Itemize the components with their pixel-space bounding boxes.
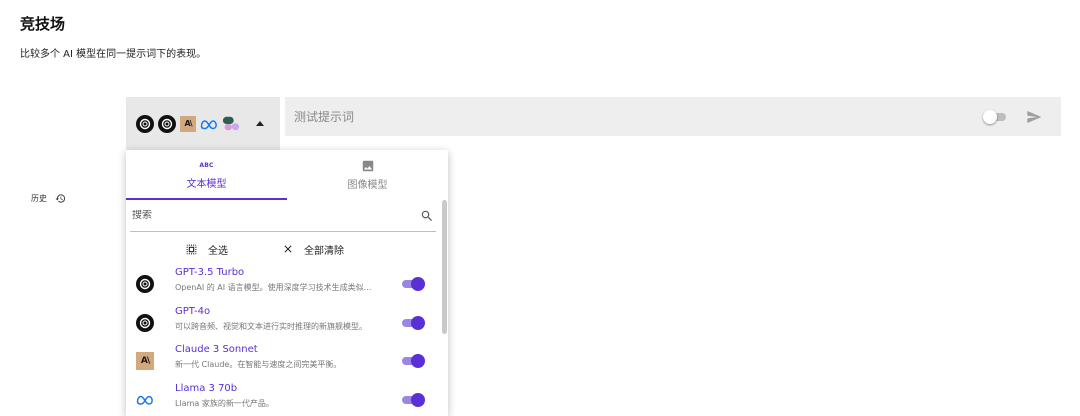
model-item-llama-3-70b[interactable]: Llama 3 70b Llama 家族的新一代产品。 bbox=[126, 382, 448, 416]
openai-icon bbox=[158, 114, 176, 133]
model-name: GPT-4o bbox=[175, 305, 211, 317]
model-type-tabs: ABC 文本模型 图像模型 bbox=[126, 150, 448, 200]
toggle-thumb bbox=[411, 315, 425, 330]
prompt-bar bbox=[285, 97, 1061, 136]
model-search-input[interactable] bbox=[130, 210, 420, 221]
meta-icon bbox=[136, 391, 154, 409]
select-all-icon bbox=[186, 244, 197, 254]
model-item-gpt-3-5-turbo[interactable]: GPT-3.5 Turbo OpenAI 的 AI 语言模型。使用深度学习技术生… bbox=[126, 266, 448, 305]
tab-label: 文本模型 bbox=[186, 179, 227, 190]
model-name: Claude 3 Sonnet bbox=[175, 344, 258, 355]
prompt-toggle[interactable] bbox=[983, 109, 1007, 124]
model-toggle[interactable] bbox=[400, 354, 425, 368]
tab-image-models[interactable]: 图像模型 bbox=[287, 150, 448, 200]
model-toggle[interactable] bbox=[400, 392, 425, 407]
model-dropdown: ABC 文本模型 图像模型 全选 全部清除 GPT-3.5 Turbo bbox=[126, 150, 448, 416]
select-all-label: 全选 bbox=[208, 245, 228, 257]
clear-all-label: 全部清除 bbox=[304, 245, 344, 257]
model-picker[interactable]: A\ bbox=[126, 97, 280, 150]
scrollbar-thumb[interactable] bbox=[442, 200, 447, 334]
model-description: 新一代 Claude。在智能与速度之间完美平衡。 bbox=[175, 360, 342, 369]
history-button[interactable]: 历史 bbox=[31, 193, 66, 204]
model-name: GPT-3.5 Turbo bbox=[175, 267, 245, 278]
openai-icon bbox=[136, 114, 154, 133]
model-description: 可以跨音频、视觉和文本进行实时推理的新旗舰模型。 bbox=[175, 321, 367, 331]
clear-all-button[interactable]: 全部清除 bbox=[282, 242, 344, 257]
toggle-thumb bbox=[411, 354, 425, 368]
model-name: Llama 3 70b bbox=[175, 382, 238, 394]
history-label: 历史 bbox=[31, 194, 47, 203]
model-item-gpt-4o[interactable]: GPT-4o 可以跨音频、视觉和文本进行实时推理的新旗舰模型。 bbox=[126, 305, 448, 344]
page-title: 竞技场 bbox=[20, 15, 66, 33]
history-icon bbox=[55, 194, 66, 203]
toggle-thumb bbox=[411, 392, 425, 407]
select-all-button[interactable]: 全选 bbox=[185, 242, 228, 257]
send-button[interactable] bbox=[1025, 108, 1043, 126]
image-icon bbox=[361, 159, 375, 173]
toggle-thumb bbox=[983, 109, 997, 124]
close-icon bbox=[284, 245, 292, 253]
model-item-claude-3-sonnet[interactable]: A\ Claude 3 Sonnet 新一代 Claude。在智能与速度之间完美… bbox=[126, 343, 448, 382]
page-subtitle: 比较多个 AI 模型在同一提示词下的表现。 bbox=[20, 49, 207, 60]
model-list: GPT-3.5 Turbo OpenAI 的 AI 语言模型。使用深度学习技术生… bbox=[126, 266, 448, 416]
toggle-thumb bbox=[411, 277, 425, 291]
model-toggle[interactable] bbox=[400, 277, 425, 291]
anthropic-glyph: A\ bbox=[136, 352, 154, 370]
openai-icon bbox=[136, 275, 154, 293]
meta-icon bbox=[200, 115, 218, 133]
model-search bbox=[130, 200, 436, 232]
abc-icon: ABC bbox=[199, 161, 214, 169]
prompt-input[interactable] bbox=[294, 109, 983, 124]
anthropic-icon: A\ bbox=[180, 115, 196, 132]
openai-icon bbox=[136, 313, 154, 332]
tab-label: 图像模型 bbox=[347, 180, 388, 191]
dropdown-scrollbar[interactable] bbox=[442, 200, 447, 416]
model-description: Llama 家族的新一代产品。 bbox=[175, 398, 274, 408]
tab-text-models[interactable]: ABC 文本模型 bbox=[126, 150, 287, 200]
bulk-actions: 全选 全部清除 bbox=[126, 232, 448, 266]
caret-up-icon bbox=[256, 121, 264, 126]
send-icon bbox=[1027, 110, 1042, 123]
image-model-icon bbox=[222, 115, 240, 133]
anthropic-icon: A\ bbox=[136, 352, 154, 370]
model-toggle[interactable] bbox=[400, 315, 425, 330]
search-icon[interactable] bbox=[420, 209, 434, 223]
model-description: OpenAI 的 AI 语言模型。使用深度学习技术生成类似... bbox=[175, 283, 372, 292]
